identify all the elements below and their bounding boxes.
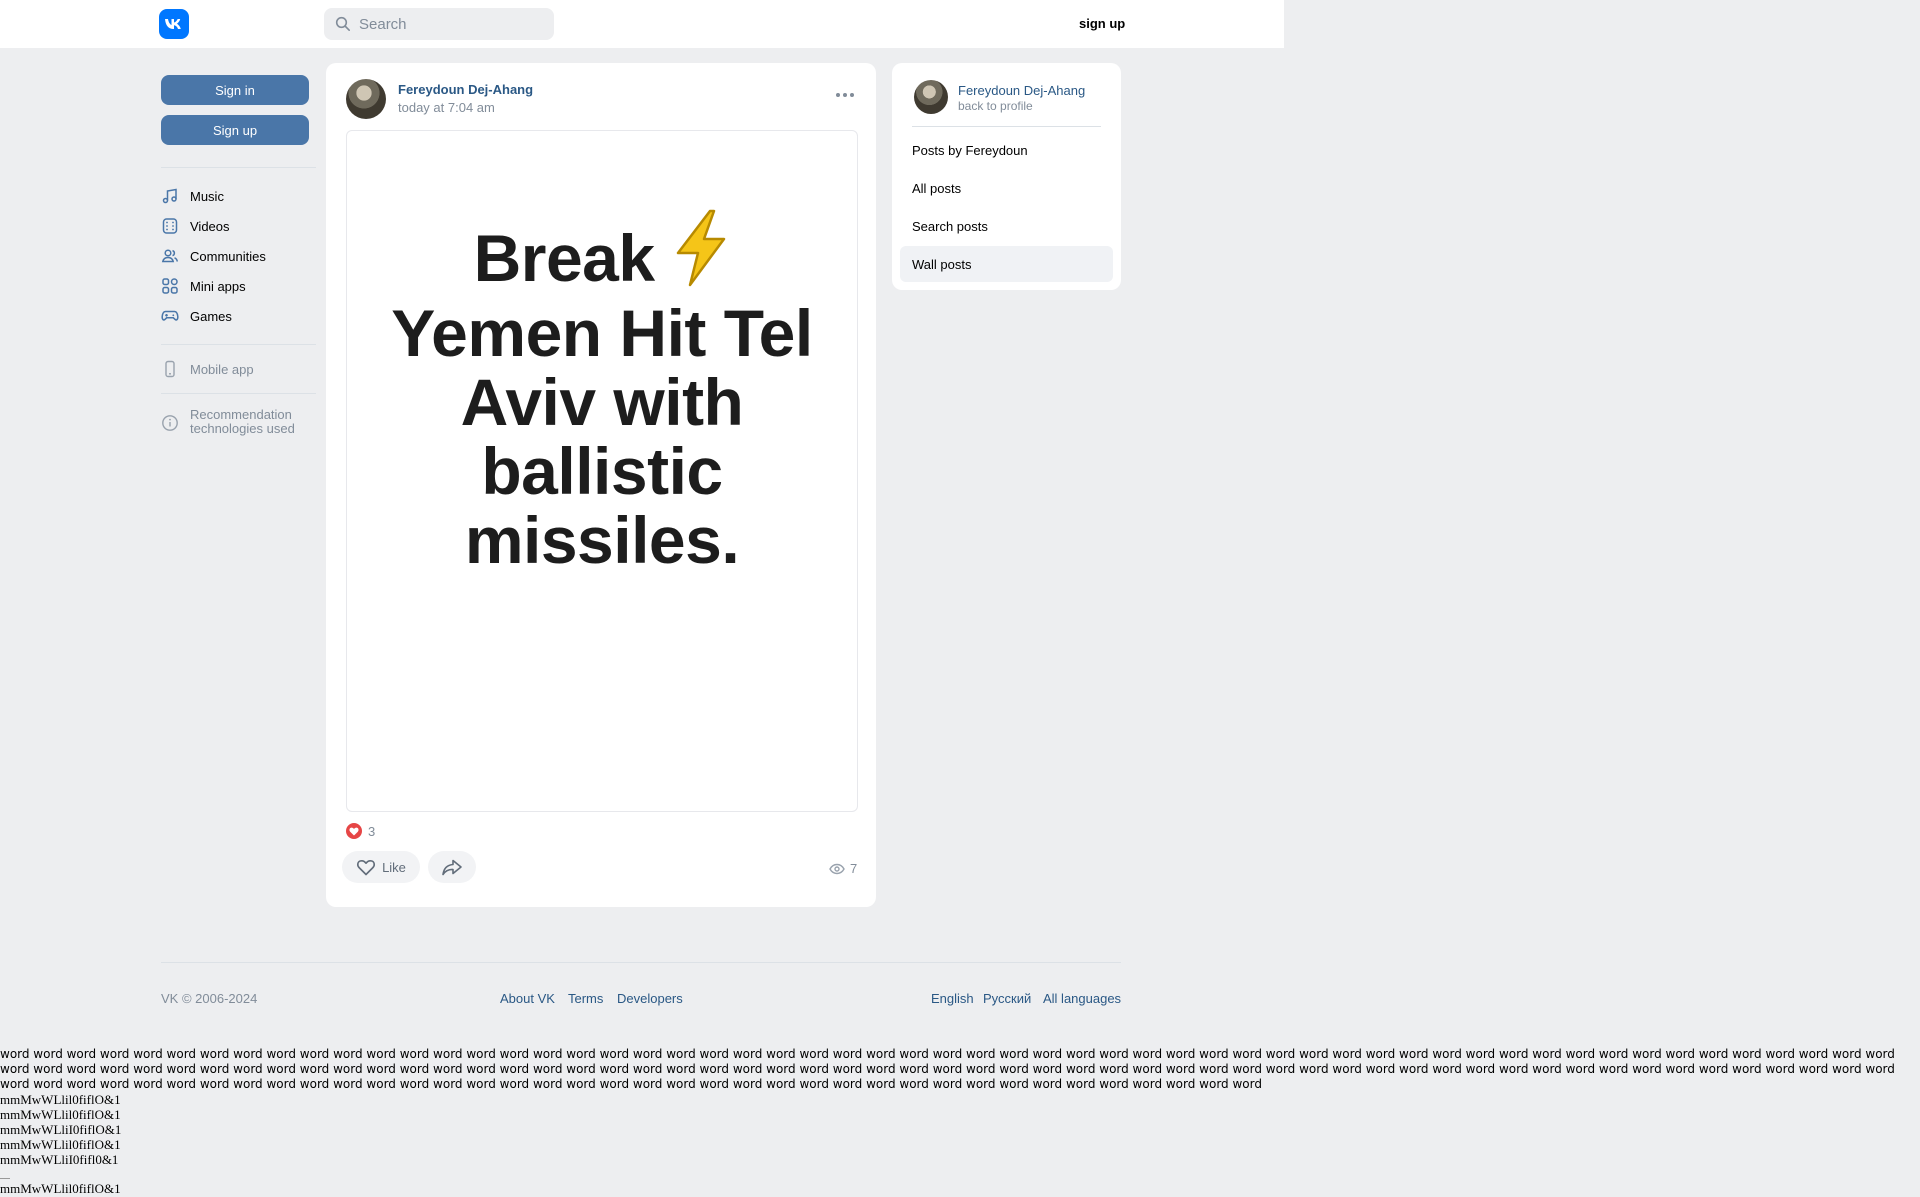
headline-line: Break [473, 221, 655, 295]
nav-item-label: Mini apps [190, 278, 246, 294]
font-probe-line: mmMwWLlil0fiflO&1 [0, 1137, 121, 1152]
footer-link-english[interactable]: English [931, 991, 974, 1006]
share-button[interactable] [428, 851, 476, 883]
footer-copyright: VK © 2006-2024 [161, 991, 258, 1006]
top-signup-link[interactable]: sign up [1079, 16, 1125, 31]
search-icon [335, 16, 350, 31]
top-bar: sign up [0, 0, 1284, 48]
headline-rest: Yemen Hit Tel Aviv with ballistic missil… [391, 296, 813, 577]
views-counter: 7 [829, 861, 857, 876]
menu-item-all-posts[interactable]: All posts [900, 170, 1113, 206]
recommendation-link[interactable]: Recommendation technologies used [161, 408, 295, 440]
post-card: Fereydoun Dej-Ahang today at 7:04 am Bre… [326, 63, 876, 907]
font-probe-line: mmMwWLliI0fiflO&1 [0, 1122, 122, 1137]
grid-icon [161, 277, 179, 295]
nav-item-label: Videos [190, 218, 230, 234]
footer-link-all-languages[interactable]: All languages [1043, 991, 1121, 1006]
nav-item-communities[interactable]: Communities [161, 244, 266, 268]
font-probe-line: mmMwWLlil0fiflO&1 [0, 1107, 121, 1122]
font-probe-line: mmMwWLlil0fiflO&1 [0, 1092, 121, 1107]
post-image-headline: Break Yemen Hit Tel Aviv with ballistic … [347, 209, 857, 575]
users-icon [161, 247, 179, 265]
font-probe-line: mmMwWLliI0fifl0&1 [0, 1152, 119, 1167]
menu-item-wall-posts[interactable]: Wall posts [900, 246, 1113, 282]
divider [161, 167, 316, 168]
search-input[interactable] [359, 15, 549, 33]
divider [161, 344, 316, 345]
footer-link-developers[interactable]: Developers [617, 991, 683, 1006]
video-icon [161, 217, 179, 235]
music-note-icon [161, 187, 179, 205]
more-options-icon[interactable] [836, 93, 854, 97]
recommendation-line: technologies used [190, 421, 295, 436]
post-time[interactable]: today at 7:04 am [398, 100, 495, 115]
sign-in-button[interactable]: Sign in [161, 75, 309, 105]
like-button[interactable]: Like [342, 851, 420, 883]
nav-item-mini-apps[interactable]: Mini apps [161, 274, 246, 298]
eye-icon [829, 863, 845, 874]
sign-up-button[interactable]: Sign up [161, 115, 309, 145]
views-count: 7 [850, 861, 858, 876]
heart-outline-icon [357, 860, 376, 876]
back-to-profile-link[interactable]: back to profile [958, 99, 1033, 113]
divider [161, 393, 316, 394]
gamepad-icon [161, 307, 179, 325]
mobile-app-link[interactable]: Mobile app [161, 357, 254, 381]
font-probe-line: mmMwWLlil0fiflO&1 [0, 1181, 121, 1196]
post-author-link[interactable]: Fereydoun Dej-Ahang [398, 82, 533, 97]
menu-item-posts-by-user[interactable]: Posts by Fereydoun [900, 132, 1113, 168]
profile-posts-menu: Fereydoun Dej-Ahang back to profile Post… [892, 63, 1121, 290]
post-image[interactable]: Break Yemen Hit Tel Aviv with ballistic … [346, 130, 858, 812]
divider [0, 1178, 10, 1179]
divider [912, 126, 1101, 127]
heart-reaction-icon [346, 823, 362, 839]
footer-link-russian[interactable]: Русский [983, 991, 1031, 1006]
menu-item-search-posts[interactable]: Search posts [900, 208, 1113, 244]
avatar[interactable] [346, 79, 386, 119]
nav-item-label: Communities [190, 248, 266, 264]
like-label: Like [382, 859, 406, 875]
lightning-bolt-icon [672, 209, 730, 299]
share-arrow-icon [442, 859, 462, 876]
vk-logo-icon[interactable] [159, 9, 189, 39]
footer-link-terms[interactable]: Terms [568, 991, 603, 1006]
mobile-phone-icon [161, 360, 179, 378]
nav-item-music[interactable]: Music [161, 184, 224, 208]
recommendation-label: Recommendation technologies used [190, 408, 295, 436]
nav-item-videos[interactable]: Videos [161, 214, 230, 238]
footer-link-about[interactable]: About VK [500, 991, 555, 1006]
reactions-count: 3 [368, 823, 376, 839]
search-box[interactable] [324, 8, 554, 40]
nav-item-label: Music [190, 188, 224, 204]
footer-divider [161, 962, 1121, 963]
reactions-summary[interactable]: 3 [346, 823, 375, 839]
profile-name-link[interactable]: Fereydoun Dej-Ahang [958, 83, 1085, 98]
recommendation-line: Recommendation [190, 407, 292, 422]
nav-item-games[interactable]: Games [161, 304, 232, 328]
info-icon [161, 414, 179, 432]
mobile-app-label: Mobile app [190, 361, 254, 377]
filler-text: word word word word word word word word … [0, 1047, 1895, 1091]
nav-item-label: Games [190, 308, 232, 324]
avatar[interactable] [914, 80, 948, 114]
